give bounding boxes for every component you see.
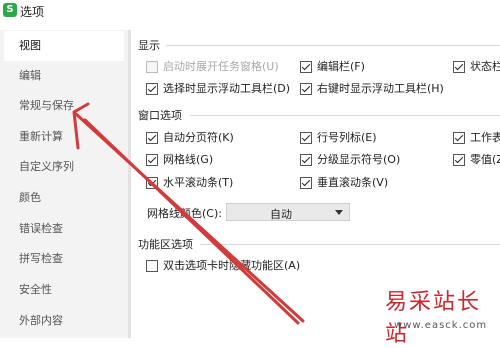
window-title: 选项 (20, 5, 45, 19)
checkbox[interactable] (146, 177, 158, 189)
sidebar-item-error-check[interactable]: 错误检查 (0, 214, 128, 244)
sidebar-item-edit[interactable]: 编辑 (0, 61, 128, 91)
option-label: 选择时显示浮动工具栏(D) (163, 82, 291, 95)
section-divider (200, 244, 500, 245)
section-divider (190, 115, 500, 116)
option-label: 右键时显示浮动工具栏(H) (317, 82, 444, 95)
section-title-display: 显示 (138, 39, 160, 52)
checkbox[interactable] (453, 154, 465, 166)
option-label: 状态栏 (470, 60, 500, 73)
grid-color-select[interactable]: 自动 (226, 203, 350, 221)
checkbox[interactable] (300, 61, 312, 73)
sidebar-item-external-content[interactable]: 外部内容 (0, 306, 128, 336)
option-label: 行号列标(E) (317, 131, 377, 144)
checkbox[interactable] (453, 132, 465, 144)
option-label: 水平滚动条(T) (163, 176, 234, 189)
section-title-window-options: 窗口选项 (138, 109, 182, 122)
sidebar-item-spell-check[interactable]: 拼写检查 (0, 244, 128, 274)
option-label: 零值(Z (470, 153, 500, 166)
checkbox[interactable] (300, 132, 312, 144)
option-label: 双击选项卡时隐藏功能区(A) (163, 259, 301, 272)
watermark-title: 易采站长站 (385, 290, 482, 347)
option-label: 网格线(G) (163, 153, 214, 166)
option-label: 自动分页符(K) (163, 131, 234, 144)
option-label: 编辑栏(F) (317, 60, 365, 73)
checkbox[interactable] (146, 132, 158, 144)
section-divider (166, 45, 500, 46)
option-label: 工作表 (470, 131, 500, 144)
sidebar-item-view[interactable]: 视图 (4, 31, 124, 61)
sidebar-divider (128, 30, 131, 338)
checkbox[interactable] (146, 83, 158, 95)
sidebar-item-custom-lists[interactable]: 自定义序列 (0, 152, 128, 182)
checkbox[interactable] (300, 83, 312, 95)
checkbox[interactable] (300, 177, 312, 189)
checkbox[interactable] (453, 61, 465, 73)
checkbox[interactable] (300, 154, 312, 166)
grid-color-label: 网格线颜色(C): (147, 207, 222, 220)
checkbox[interactable] (146, 61, 158, 73)
grid-color-value: 自动 (270, 208, 292, 221)
watermark-url: www.easck.com (394, 320, 488, 331)
option-label: 分级显示符号(O) (317, 153, 401, 166)
option-label: 垂直滚动条(V) (317, 176, 389, 189)
option-label: 启动时展开任务窗格(U) (163, 60, 279, 73)
sidebar-item-color[interactable]: 颜色 (0, 183, 128, 213)
checkbox[interactable] (146, 154, 158, 166)
options-sidebar: 视图 编辑 常规与保存 重新计算 自定义序列 颜色 错误检查 拼写检查 安全性 … (0, 30, 128, 338)
checkbox[interactable] (146, 260, 158, 272)
sidebar-item-recalculate[interactable]: 重新计算 (0, 122, 128, 152)
section-title-ribbon-options: 功能区选项 (138, 238, 193, 251)
sidebar-item-general-save[interactable]: 常规与保存 (0, 91, 128, 121)
app-logo-icon: S (3, 3, 17, 17)
title-bar: S 选项 (0, 0, 500, 24)
chevron-down-icon[interactable] (335, 210, 343, 215)
sidebar-item-security[interactable]: 安全性 (0, 275, 128, 305)
